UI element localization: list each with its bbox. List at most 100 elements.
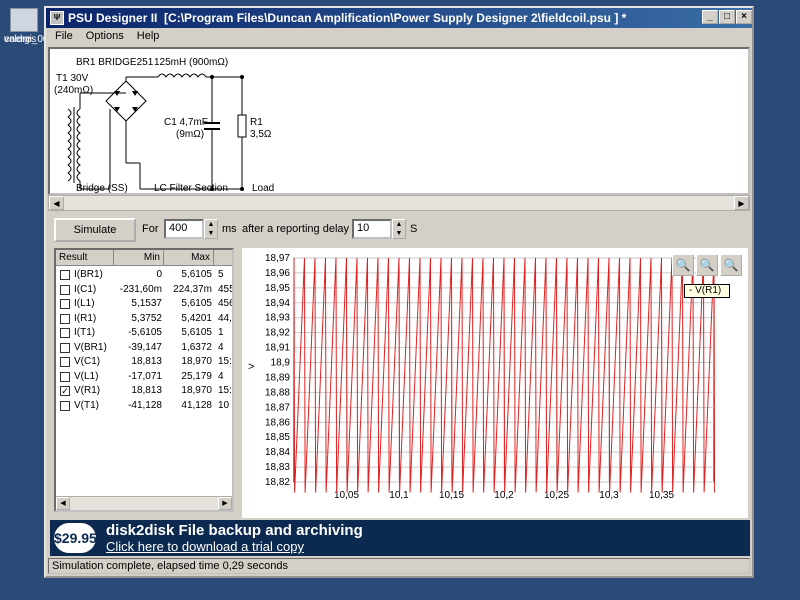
result-checkbox[interactable]: ✓ [60,386,70,396]
menu-file[interactable]: File [50,28,78,44]
delay-unit: S [410,223,418,235]
result-max: 5,4201 [181,312,212,324]
result-row[interactable]: I(BR1) 0 5,6105 5 [56,268,232,282]
y-tick-label: 18,92 [265,328,290,339]
scroll-right-arrow-icon[interactable]: ▶ [734,196,749,210]
results-header: Result Min Max [56,250,232,266]
result-row[interactable]: V(T1) -41,128 41,128 10 [56,399,232,413]
resistor-value: 3,5Ω [250,129,272,140]
result-row[interactable]: V(C1) 18,813 18,970 15: [56,355,232,369]
app-window: Ψ PSU Designer II [C:\Program Files\Dunc… [44,6,754,578]
result-min: -5,6105 [128,327,162,338]
result-extra: 4 [218,370,224,382]
result-name: I(C1) [74,283,97,295]
result-min: 5,3752 [131,312,162,324]
results-list[interactable]: Result Min Max I(BR1) 0 5,6105 5 I(C1) -231,6… [54,248,234,512]
result-checkbox[interactable] [60,328,70,338]
delay-input[interactable]: 10 [352,219,392,239]
col-max[interactable]: Max [164,250,214,266]
result-checkbox[interactable] [60,371,70,382]
maximize-button[interactable]: □ [719,10,735,24]
result-extra: 44, [218,312,232,324]
schematic-panel[interactable]: T1 30V (240mΩ) BR1 BRIDGE251 125mH (900m… [48,47,750,195]
window-title: PSU Designer II [C:\Program Files\Duncan… [68,11,626,25]
ad-banner[interactable]: $29.95 disk2disk File backup and archivi… [50,520,750,556]
trial-download-link[interactable]: Click here to download a trial copy [106,539,304,554]
zoom-out-icon[interactable]: 🔍 [696,254,718,276]
results-scrollbar[interactable]: ◀ ▶ [56,496,232,510]
result-name: I(T1) [74,327,96,338]
transformer-resistance: (240mΩ) [54,85,94,96]
minimize-button[interactable]: _ [702,10,718,24]
result-name: V(C1) [74,356,101,367]
file-path: [C:\Program Files\Duncan Amplification\P… [164,11,627,25]
result-row[interactable]: I(T1) -5,6105 5,6105 1 [56,326,232,340]
col-min[interactable]: Min [114,250,164,266]
scroll-left-arrow-icon[interactable]: ◀ [49,196,64,210]
folder-icon [10,8,38,32]
duration-unit: ms [222,223,237,235]
result-checkbox[interactable] [60,313,70,324]
result-checkbox[interactable] [60,299,70,309]
result-checkbox[interactable] [60,270,70,280]
simulation-controls: Simulate For 400 ▲ ▼ ms after a reporting… [46,216,752,244]
result-row[interactable]: I(L1) 5,1537 5,6105 456 [56,297,232,311]
status-bar: Simulation complete, elapsed time 0,29 s… [48,558,750,574]
scroll-left-arrow-icon[interactable]: ◀ [56,497,70,510]
scroll-right-arrow-icon[interactable]: ▶ [218,497,232,510]
zoom-in-icon[interactable]: 🔍 [672,254,694,276]
result-min: -41,128 [128,399,162,411]
result-row[interactable]: V(BR1) -39,147 1,6372 4 [56,341,232,355]
resistor-label: R1 [250,117,263,128]
result-row[interactable]: I(R1) 5,3752 5,4201 44, [56,312,232,326]
result-max: 1,6372 [181,341,212,353]
transformer-label: T1 30V [56,73,89,84]
zoom-reset-icon[interactable]: 🔍 [720,254,742,276]
result-row[interactable]: V(L1) -17,071 25,179 4 [56,370,232,384]
title-bar[interactable]: Ψ PSU Designer II [C:\Program Files\Dunc… [46,8,752,28]
y-tick-label: 18,95 [265,283,290,294]
result-min: -17,071 [128,370,162,382]
menu-options[interactable]: Options [81,28,129,44]
voltage-chart[interactable]: 18,97 18,96 18,95 18,94 18,93 18,92 18,91 18,9 1… [242,248,748,518]
y-tick-label: 18,93 [265,313,290,324]
duration-spinner[interactable]: ▲ ▼ [204,219,218,239]
result-max: 5,6105 [181,327,212,338]
col-result[interactable]: Result [56,250,114,266]
delay-label: after a reporting delay of [242,223,362,235]
menu-help[interactable]: Help [132,28,165,44]
result-min: -231,60m [119,283,162,295]
result-min: 5,1537 [131,298,162,309]
result-row[interactable]: ✓ V(R1) 18,813 18,970 15: [56,384,232,398]
price-badge: $29.95 [54,523,97,553]
duration-input[interactable]: 400 [164,219,204,239]
result-row[interactable]: I(C1) -231,60m 224,37m 455 [56,283,232,297]
result-min: 18,813 [131,356,162,367]
result-max: 224,37m [173,283,212,295]
y-tick-label: 18,9 [271,358,291,369]
series-line-v-r1 [294,258,715,493]
y-tick-label: 18,84 [265,447,290,458]
result-max: 5,6105 [181,298,212,309]
chart-legend: - V(R1) [684,284,730,298]
result-extra: 5 [218,269,224,280]
result-extra: 1 [218,327,224,338]
close-button[interactable]: × [736,10,752,24]
simulate-button[interactable]: Simulate [54,218,136,242]
y-tick-label: 18,89 [265,372,290,383]
result-max: 5,6105 [181,269,212,280]
result-checkbox[interactable] [60,400,70,411]
y-tick-label: 18,94 [265,298,290,309]
delay-spinner[interactable]: ▲ ▼ [392,219,406,239]
schematic-scrollbar[interactable]: ◀ ▶ [48,195,750,211]
section-load-label: Load [252,183,275,194]
app-icon[interactable]: Ψ [50,11,64,25]
menu-bar: File Options Help [46,28,752,46]
result-max: 25,179 [181,370,212,382]
col-extra[interactable] [214,250,232,266]
plot-panel[interactable]: 18,97 18,96 18,95 18,94 18,93 18,92 18,91 18,9 1… [242,248,748,518]
result-checkbox[interactable] [60,342,70,353]
result-checkbox[interactable] [60,284,70,295]
result-checkbox[interactable] [60,357,70,367]
desktop-icon-valdres[interactable]: valdres energi_00 [4,8,48,45]
